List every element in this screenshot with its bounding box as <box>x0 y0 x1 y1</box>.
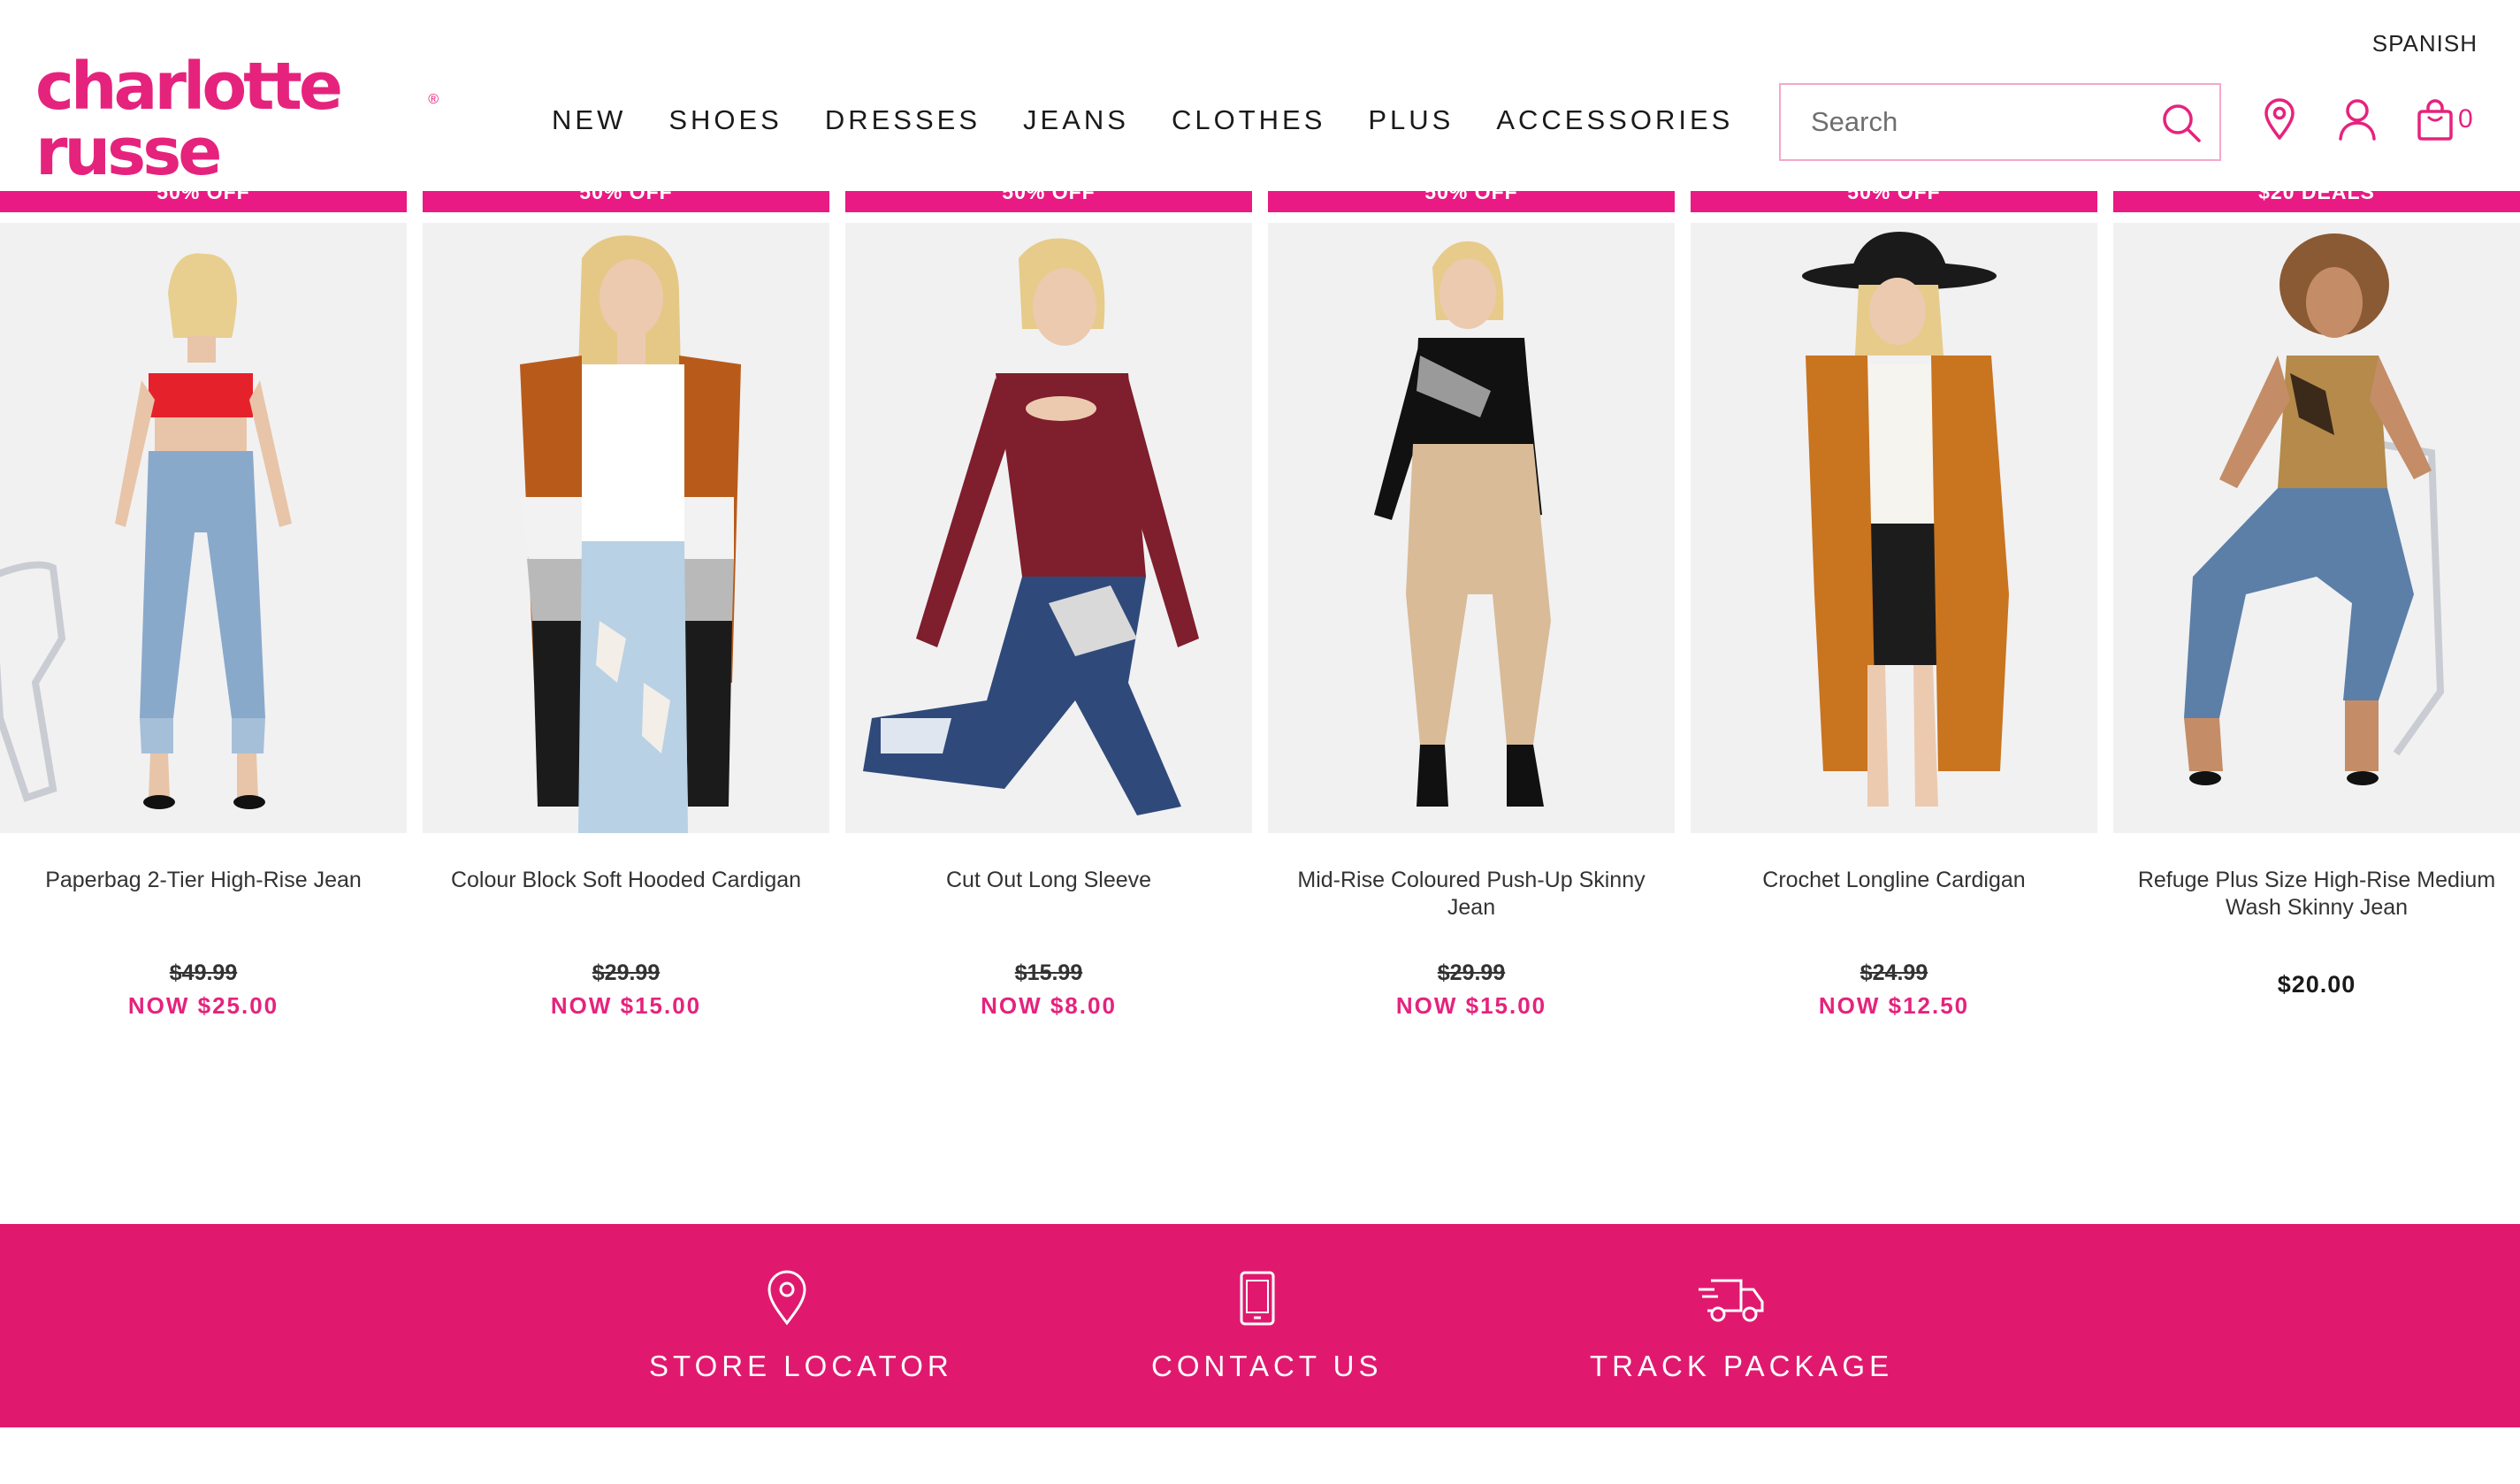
search-box <box>1779 83 2221 161</box>
promo-badge: 50% OFF <box>423 191 829 212</box>
store-locator-button[interactable] <box>2258 97 2301 142</box>
sale-price: NOW $15.00 <box>1395 992 1547 1019</box>
sale-price: NOW $15.00 <box>550 992 702 1019</box>
nav-item-plus[interactable]: PLUS <box>1368 104 1454 136</box>
product-name[interactable]: Crochet Longline Cardigan <box>1699 867 2089 894</box>
product-image[interactable] <box>0 223 407 833</box>
language-switch-link[interactable]: SPANISH <box>2372 30 2478 57</box>
site-header: SPANISH charlotte russe ® NEW SHOES DRES… <box>0 0 2520 191</box>
product-image[interactable] <box>423 223 829 833</box>
cart-count: 0 <box>2458 104 2473 134</box>
promo-badge: 50% OFF <box>1691 191 2097 212</box>
account-button[interactable] <box>2336 97 2379 142</box>
product-name[interactable]: Refuge Plus Size High-Rise Medium Wash S… <box>2122 867 2511 922</box>
cart-button[interactable] <box>2416 97 2458 142</box>
original-price: $29.99 <box>1437 960 1506 985</box>
product-card[interactable]: 50% OFF <box>423 191 829 1040</box>
user-icon <box>2339 99 2376 141</box>
product-name[interactable]: Mid-Rise Coloured Push-Up Skinny Jean <box>1277 867 1666 922</box>
promo-badge-label: $20 DEALS <box>2258 191 2375 203</box>
product-card[interactable]: $20 DEALS Refuge Plus Size High-Rise Med… <box>2113 191 2520 1040</box>
location-pin-icon <box>767 1270 806 1326</box>
logo-wordmark: charlotte russe <box>35 49 343 190</box>
original-price: $15.99 <box>1014 960 1083 985</box>
phone-icon <box>1240 1271 1275 1326</box>
product-card[interactable]: 50% OFF Crochet Longline Cardigan $24.99… <box>1691 191 2097 1040</box>
promo-badge-label: 50% OFF <box>157 191 250 203</box>
original-price: $24.99 <box>1859 960 1928 985</box>
nav-item-clothes[interactable]: CLOTHES <box>1172 104 1325 136</box>
product-card[interactable]: 50% OFF Cut Out Long Sleeve $15.99 NOW $ <box>845 191 1252 1040</box>
product-name[interactable]: Paperbag 2-Tier High-Rise Jean <box>9 867 398 894</box>
promo-badge: 50% OFF <box>845 191 1252 212</box>
nav-item-new[interactable]: NEW <box>552 104 626 136</box>
product-name[interactable]: Cut Out Long Sleeve <box>854 867 1243 894</box>
track-package-label: TRACK PACKAGE <box>1590 1350 1894 1382</box>
nav-item-accessories[interactable]: ACCESSORIES <box>1496 104 1733 136</box>
logo-registered-mark: ® <box>428 92 439 107</box>
sale-price: NOW $25.00 <box>127 992 279 1019</box>
delivery-truck-icon <box>1699 1279 1764 1322</box>
sale-price: NOW $8.00 <box>981 992 1117 1019</box>
promo-badge: 50% OFF <box>0 191 407 212</box>
nav-item-jeans[interactable]: JEANS <box>1023 104 1129 136</box>
main-nav: NEW SHOES DRESSES JEANS CLOTHES PLUS ACC… <box>552 104 1775 136</box>
product-name[interactable]: Colour Block Soft Hooded Cardigan <box>431 867 821 894</box>
shopping-bag-icon <box>2417 99 2453 141</box>
promo-badge-label: 50% OFF <box>1002 191 1096 203</box>
contact-us-label: CONTACT US <box>1151 1350 1383 1382</box>
sale-price: NOW $12.50 <box>1818 992 1970 1019</box>
page: SPANISH charlotte russe ® NEW SHOES DRES… <box>0 0 2520 1484</box>
product-card[interactable]: 50% OFF Mid-Rise Coloured Push-Up Skinny… <box>1268 191 1675 1040</box>
original-price: $29.99 <box>592 960 661 985</box>
nav-item-shoes[interactable]: SHOES <box>668 104 783 136</box>
product-image[interactable] <box>1691 223 2097 833</box>
brand-logo[interactable]: charlotte russe ® <box>35 54 439 185</box>
promo-badge-label: 50% OFF <box>1847 191 1941 203</box>
product-image[interactable] <box>2113 223 2520 833</box>
promo-badge-label: 50% OFF <box>1424 191 1518 203</box>
search-button[interactable] <box>2159 101 2203 145</box>
product-image[interactable] <box>845 223 1252 833</box>
store-locator-link[interactable]: STORE LOCATOR <box>649 1270 953 1383</box>
promo-badge: 50% OFF <box>1268 191 1675 212</box>
location-pin-icon <box>2264 98 2295 140</box>
product-carousel: 50% OFF Paperbag 2-Tier High-Rise Jean $… <box>0 191 2520 1302</box>
service-links-band: STORE LOCATOR CONTACT US TRACK PACKAGE <box>0 1224 2520 1427</box>
store-locator-label: STORE LOCATOR <box>649 1350 953 1382</box>
product-price: $20.00 <box>2277 971 2356 998</box>
promo-badge-label: 50% OFF <box>579 191 673 203</box>
search-icon <box>2163 104 2201 142</box>
search-input[interactable] <box>1811 106 2156 138</box>
product-card[interactable]: 50% OFF <box>0 191 407 1040</box>
contact-us-link[interactable]: CONTACT US <box>1151 1270 1383 1383</box>
track-package-link[interactable]: TRACK PACKAGE <box>1590 1270 1894 1383</box>
promo-badge: $20 DEALS <box>2113 191 2520 212</box>
nav-item-dresses[interactable]: DRESSES <box>825 104 981 136</box>
original-price: $49.99 <box>169 960 238 985</box>
product-image[interactable] <box>1268 223 1675 833</box>
